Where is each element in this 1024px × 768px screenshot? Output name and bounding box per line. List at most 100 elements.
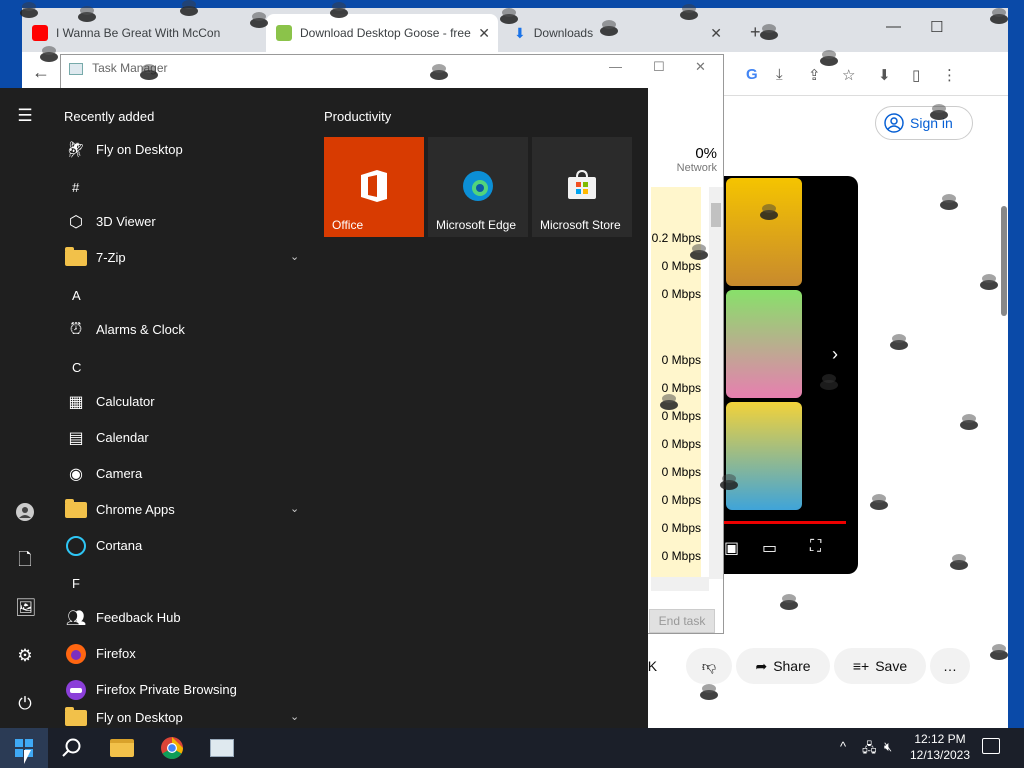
video-player[interactable]: ▣ ▭ ⛶ xyxy=(722,176,858,574)
fly-sprite xyxy=(600,20,618,36)
calculator-icon: ▦ xyxy=(68,394,84,411)
folder-7-zip[interactable]: 7-Zip ⌄ xyxy=(50,240,310,276)
share-button[interactable]: ➦ Share xyxy=(736,648,830,684)
end-task-button[interactable]: End task xyxy=(649,609,715,633)
maximize-button[interactable]: ☐ xyxy=(930,18,943,36)
chrome-button[interactable] xyxy=(148,728,196,768)
user-icon[interactable] xyxy=(15,502,35,522)
app-3d-viewer[interactable]: ⬡ 3D Viewer xyxy=(50,204,310,240)
close-button[interactable]: ✕ xyxy=(695,59,706,75)
save-button[interactable]: ≡+ Save xyxy=(834,648,926,684)
miniplayer-icon[interactable]: ▣ xyxy=(724,538,739,558)
page-scrollbar[interactable] xyxy=(998,196,1008,326)
minimize-button[interactable]: — xyxy=(886,18,901,35)
close-tab-icon[interactable]: ✕ xyxy=(710,25,722,42)
start-rail: ☰ 🗋︎ 🖼︎ ⚙ ⏻ xyxy=(0,88,50,728)
minimize-button[interactable]: — xyxy=(609,59,622,74)
maximize-button[interactable]: ☐ xyxy=(653,59,665,75)
fly-sprite xyxy=(950,554,968,570)
fullscreen-icon[interactable]: ⛶ xyxy=(810,538,821,556)
letter-header-hash[interactable]: # xyxy=(72,180,79,195)
share-icon[interactable]: ⇪ xyxy=(808,66,821,84)
clock-date: 12/13/2023 xyxy=(909,748,971,762)
app-camera[interactable]: ◉ Camera xyxy=(50,456,310,492)
new-tab-button[interactable]: + xyxy=(750,22,761,43)
search-button[interactable] xyxy=(48,728,96,768)
sign-in-button[interactable]: Sign in xyxy=(875,106,973,140)
file-explorer-button[interactable] xyxy=(98,728,146,768)
tab-label: Download Desktop Goose - free xyxy=(300,26,471,40)
network-column-header[interactable]: 0% Network xyxy=(651,145,717,185)
video-thumbnail[interactable] xyxy=(726,402,802,510)
pictures-icon[interactable]: 🖼︎ xyxy=(15,598,37,618)
next-arrow-icon[interactable]: › xyxy=(832,344,838,365)
chevron-down-icon[interactable]: ⌄ xyxy=(290,502,299,515)
theater-mode-icon[interactable]: ▭ xyxy=(762,538,777,558)
network-value: 0 Mbps xyxy=(661,521,701,535)
network-value: 0 Mbps xyxy=(661,353,701,367)
app-label: Firefox xyxy=(96,646,136,661)
process-list-hscrollbar[interactable] xyxy=(651,577,709,591)
network-value: 0 Mbps xyxy=(661,493,701,507)
bookmark-star-icon[interactable]: ☆ xyxy=(842,66,855,84)
app-feedback-hub[interactable]: 👥︎ Feedback Hub xyxy=(50,600,310,636)
fly-sprite xyxy=(690,244,708,260)
app-label: Cortana xyxy=(96,538,143,553)
folder-fly-on-desktop[interactable]: Fly on Desktop ⌄ xyxy=(50,700,310,728)
fly-sprite xyxy=(430,64,448,80)
thumbs-down-icon: 👎︎ xyxy=(701,657,717,674)
network-value: 0 Mbps xyxy=(661,549,701,563)
tab-desktop-goose[interactable]: Download Desktop Goose - free ✕ xyxy=(266,14,498,52)
video-progress-bar[interactable] xyxy=(722,521,846,524)
app-calculator[interactable]: ▦ Calculator xyxy=(50,384,310,420)
fly-icon: 🪰︎ xyxy=(65,142,87,159)
action-center-icon[interactable] xyxy=(982,738,1000,754)
app-alarms-clock[interactable]: ⏰︎ Alarms & Clock xyxy=(50,312,310,348)
network-icon[interactable]: 🖧︎ xyxy=(862,739,877,761)
alarm-clock-icon: ⏰︎ xyxy=(69,321,83,338)
google-icon[interactable]: G xyxy=(746,66,758,83)
app-calendar[interactable]: ▤ Calendar xyxy=(50,420,310,456)
power-icon[interactable]: ⏻ xyxy=(15,694,35,714)
close-tab-icon[interactable]: ✕ xyxy=(478,25,490,42)
downloads-icon[interactable]: ⬇ xyxy=(878,66,891,84)
sidebar-icon[interactable]: ▯ xyxy=(912,66,920,84)
youtube-icon xyxy=(32,25,48,41)
video-thumbnail[interactable] xyxy=(726,178,802,286)
app-cortana[interactable]: Cortana xyxy=(50,528,310,564)
tile-microsoft-edge[interactable]: Microsoft Edge xyxy=(428,137,528,237)
letter-header-a[interactable]: A xyxy=(72,288,81,303)
app-fly-on-desktop[interactable]: 🪰︎ Fly on Desktop xyxy=(50,132,310,168)
tile-office[interactable]: Office xyxy=(324,137,424,237)
firefox-private-icon xyxy=(64,679,88,701)
fly-sprite xyxy=(890,334,908,350)
fly-sprite xyxy=(660,394,678,410)
documents-icon[interactable]: 🗋︎ xyxy=(15,550,35,570)
video-thumbnail[interactable] xyxy=(726,290,802,398)
tab-youtube[interactable]: I Wanna Be Great With McCon xyxy=(22,14,262,52)
more-actions-button[interactable]: … xyxy=(930,648,970,684)
back-button[interactable]: ← xyxy=(32,62,50,83)
folder-icon xyxy=(64,707,88,728)
system-clock[interactable]: 12:12 PM 12/13/2023 xyxy=(900,731,980,763)
menu-icon[interactable]: ⋮ xyxy=(942,66,957,84)
folder-icon xyxy=(64,499,88,521)
app-firefox[interactable]: Firefox xyxy=(50,636,310,672)
task-manager-taskbar-button[interactable] xyxy=(198,728,246,768)
folder-chrome-apps[interactable]: Chrome Apps ⌄ xyxy=(50,492,310,528)
network-value: 0 Mbps xyxy=(661,259,701,273)
dislike-button[interactable]: 👎︎ xyxy=(686,648,732,684)
settings-icon[interactable]: ⚙ xyxy=(15,646,35,666)
volume-muted-icon[interactable]: 🔇︎ xyxy=(884,739,892,755)
tile-microsoft-store[interactable]: Microsoft Store xyxy=(532,137,632,237)
letter-header-f[interactable]: F xyxy=(72,576,80,591)
chrome-icon xyxy=(161,737,183,759)
chevron-down-icon[interactable]: ⌄ xyxy=(290,250,299,263)
tray-chevron-icon[interactable]: ^ xyxy=(840,739,846,754)
download-icon[interactable]: ⤓ xyxy=(776,66,783,83)
letter-header-c[interactable]: C xyxy=(72,360,81,375)
taskbar: ^ 🖧︎ 🔇︎ 12:12 PM 12/13/2023 xyxy=(0,728,1024,768)
hamburger-menu-icon[interactable]: ☰ xyxy=(15,106,35,126)
chevron-down-icon[interactable]: ⌄ xyxy=(290,710,299,723)
process-list-scrollbar[interactable] xyxy=(709,187,723,579)
